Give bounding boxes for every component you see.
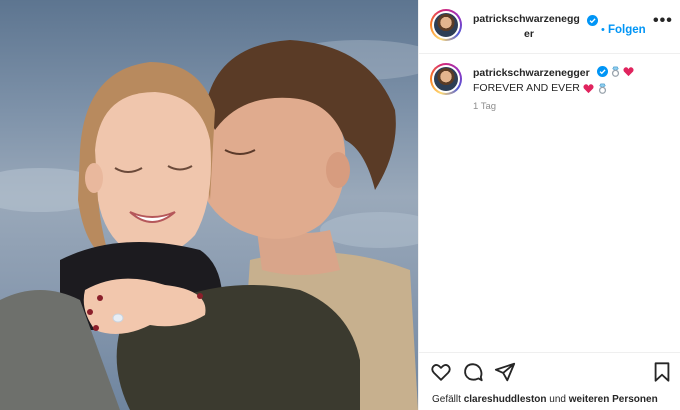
comment-icon[interactable]: [462, 361, 484, 383]
post-caption: patrickschwarzenegger FOREVER AND EVER 1…: [419, 60, 680, 120]
verified-badge-icon: [587, 15, 598, 26]
verified-badge-icon: [597, 66, 608, 77]
caption-text-row: FOREVER AND EVER: [473, 82, 608, 94]
red-heart-emoji-icon: [623, 67, 634, 77]
header-separator: •: [601, 24, 605, 36]
header-username-line1: patrickschwarzenegg: [473, 13, 580, 25]
avatar[interactable]: [430, 9, 462, 41]
caption-username[interactable]: patrickschwarzenegger: [473, 67, 590, 79]
header-username[interactable]: patrickschwarzenegg er: [473, 12, 585, 42]
caption-badges: [597, 66, 634, 77]
likes-connector: und: [549, 394, 566, 405]
share-icon[interactable]: [494, 361, 516, 383]
couple-photo-illustration: [0, 40, 418, 410]
ring-emoji-icon: [598, 83, 606, 94]
more-options-icon[interactable]: •••: [653, 12, 673, 30]
heart-icon[interactable]: [430, 361, 452, 383]
likes-prefix: Gefällt: [432, 394, 461, 405]
post-timestamp[interactable]: 1 Tag: [473, 101, 496, 112]
likes-user-link[interactable]: clareshuddleston: [464, 394, 547, 405]
instagram-post: patrickschwarzenegg er • Folgen ••• patr…: [0, 0, 680, 410]
post-photo[interactable]: [0, 0, 418, 410]
bookmark-icon[interactable]: [651, 361, 673, 383]
post-actions: [419, 352, 680, 388]
ring-emoji-icon: [611, 66, 620, 77]
red-heart-emoji-icon: [583, 83, 594, 93]
caption-avatar[interactable]: [430, 63, 462, 95]
post-side-panel: patrickschwarzenegg er • Folgen ••• patr…: [418, 0, 680, 410]
post-header: patrickschwarzenegg er • Folgen •••: [419, 0, 680, 54]
header-username-line2: er: [524, 28, 534, 40]
likes-summary: Gefällt clareshuddleston und weiteren Pe…: [432, 394, 658, 405]
follow-button[interactable]: Folgen: [608, 24, 646, 36]
caption-text: FOREVER AND EVER: [473, 82, 580, 94]
likes-others-link[interactable]: weiteren Personen: [569, 394, 658, 405]
